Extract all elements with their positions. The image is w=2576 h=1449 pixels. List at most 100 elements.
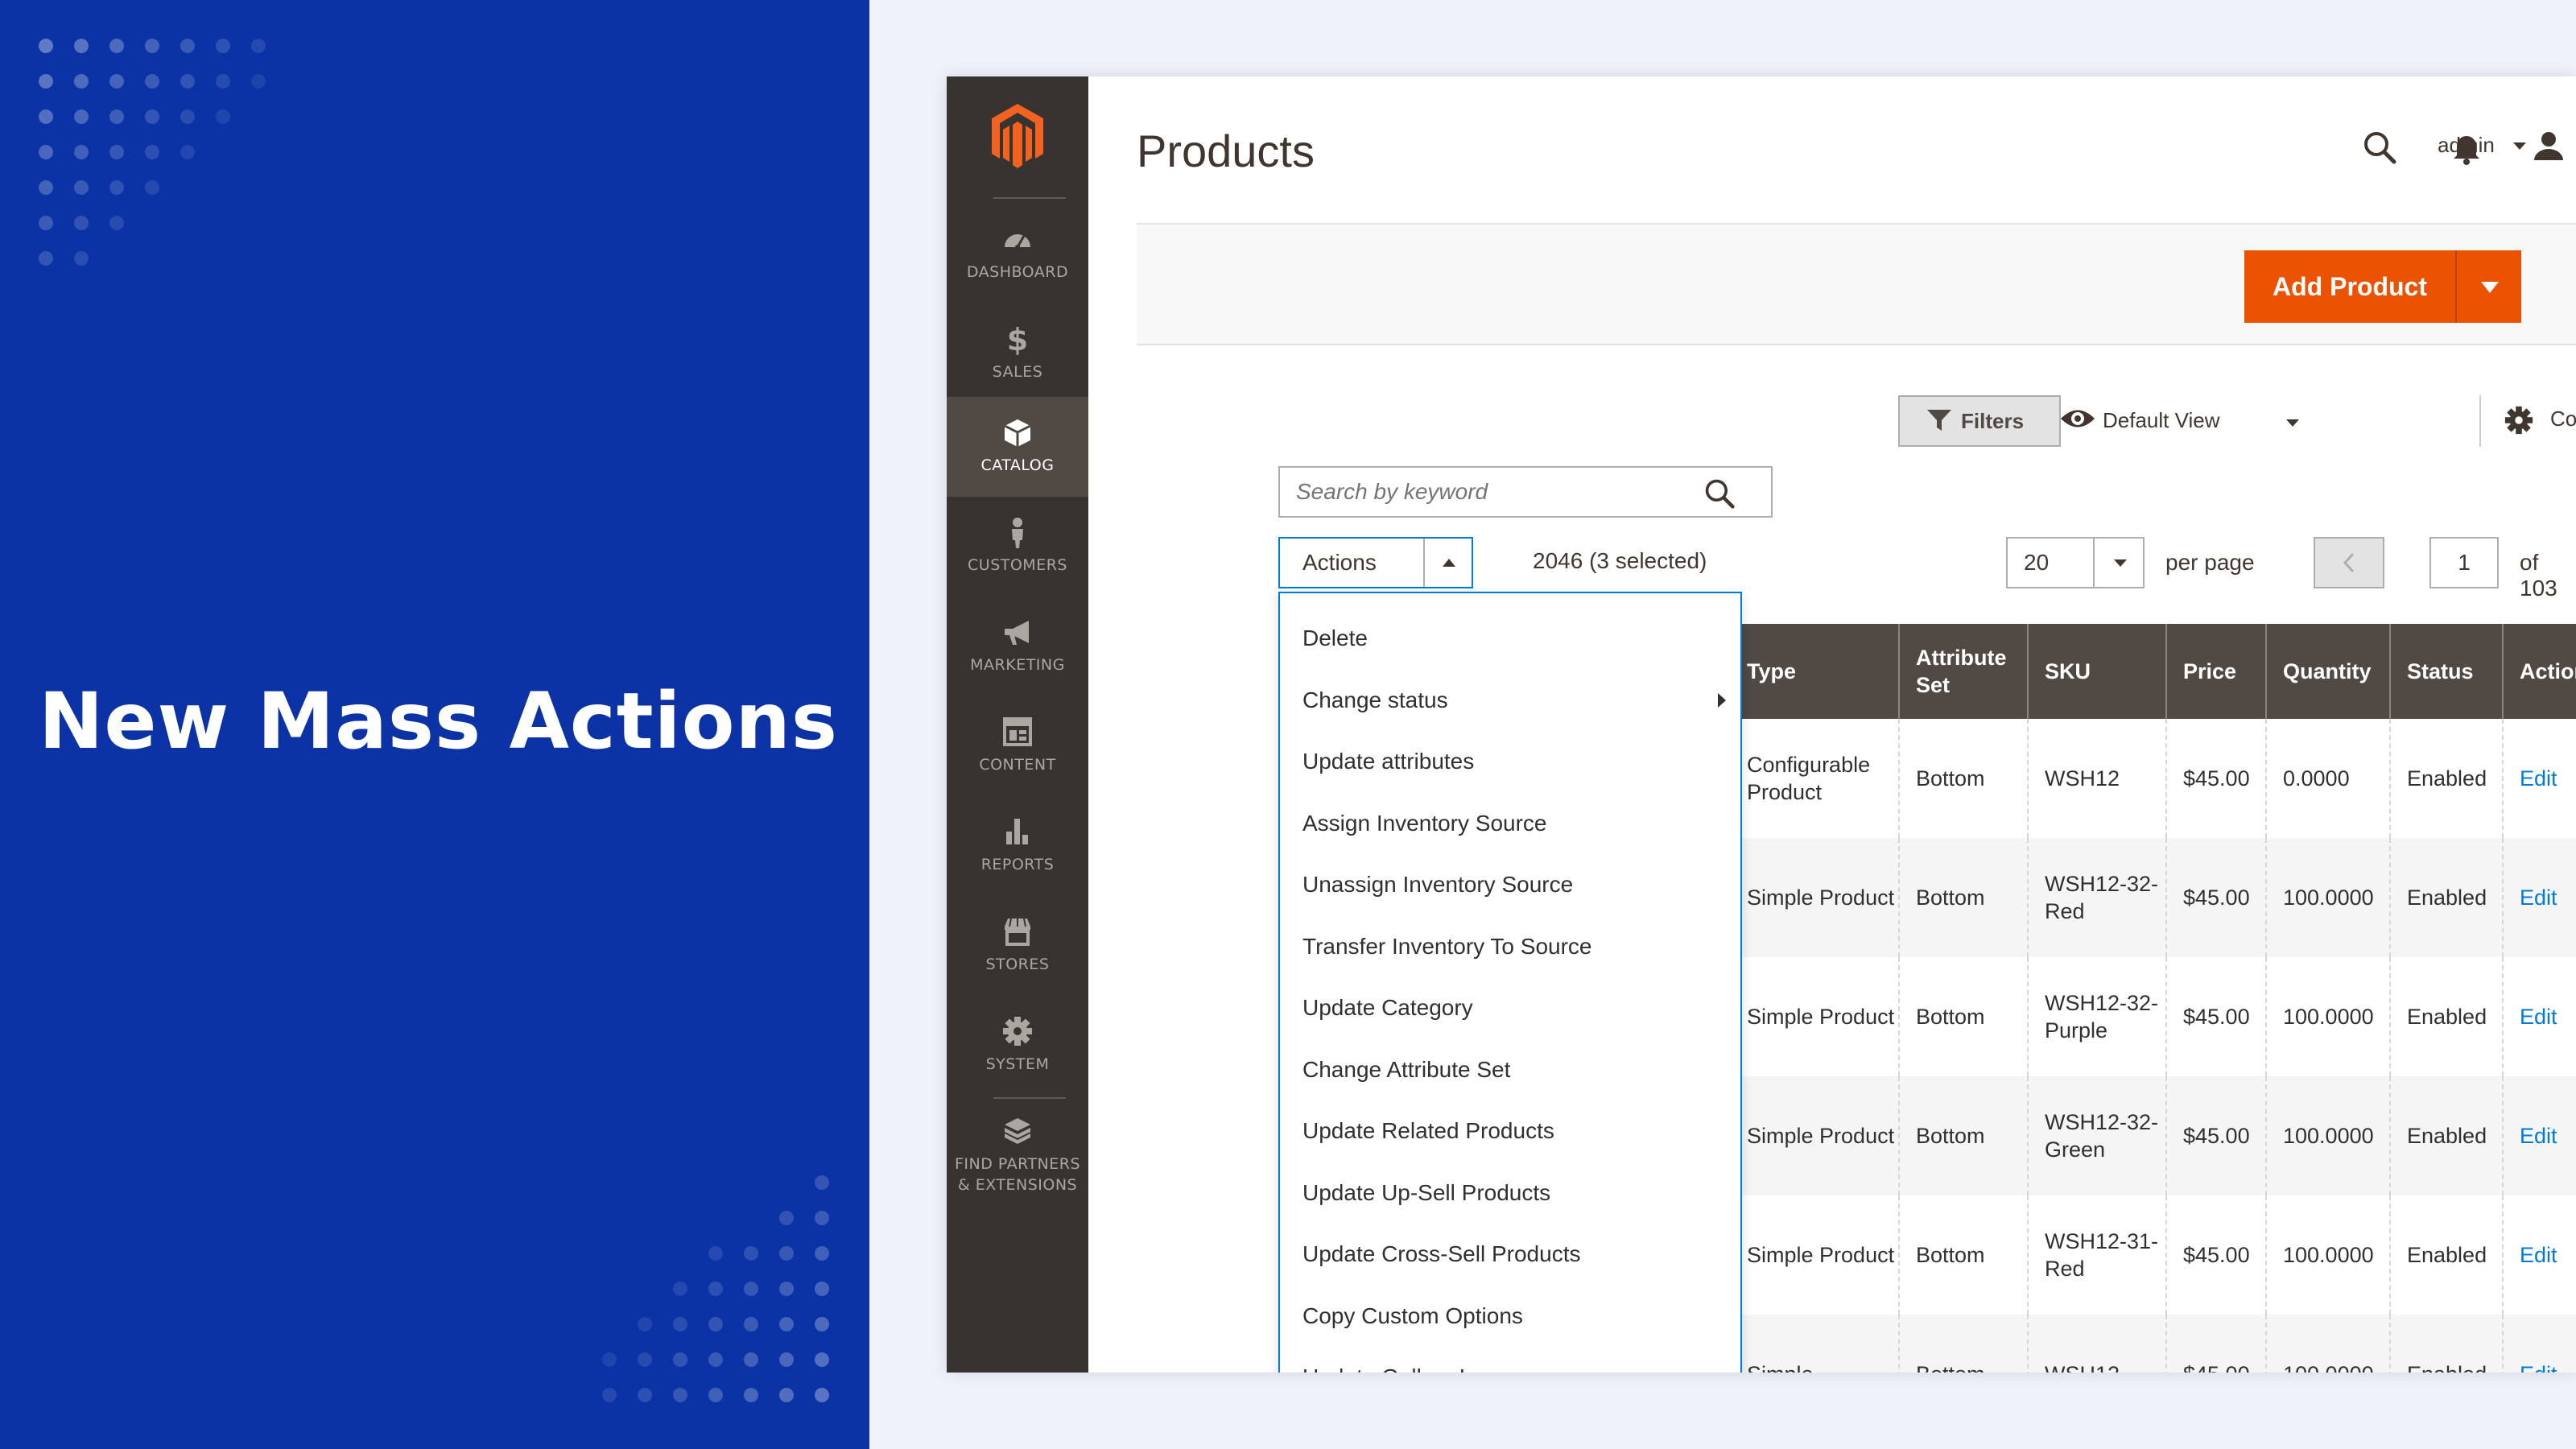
- mass-action-option[interactable]: Transfer Inventory To Source: [1280, 916, 1740, 977]
- decorative-dot: [708, 1388, 723, 1402]
- cell-type: Simple Product: [1729, 1195, 1898, 1315]
- decorative-dot: [39, 109, 53, 124]
- dollar-icon: $: [1001, 323, 1034, 355]
- edit-link[interactable]: Edit: [2502, 1315, 2576, 1373]
- sidebar-item-content[interactable]: CONTENT: [947, 696, 1088, 796]
- column-header-attribute-set[interactable]: Attribute Set: [1898, 624, 2027, 719]
- search-icon[interactable]: [1703, 477, 1736, 510]
- sidebar-item-label: REPORTS: [947, 854, 1088, 875]
- sidebar-item-reports[interactable]: REPORTS: [947, 796, 1088, 896]
- decorative-dot: [815, 1352, 829, 1367]
- mass-action-option[interactable]: Change Attribute Set: [1280, 1039, 1740, 1100]
- column-header-status[interactable]: Status: [2389, 624, 2502, 719]
- filters-button[interactable]: Filters: [1898, 395, 2061, 447]
- decorative-dot: [708, 1282, 723, 1296]
- chevron-down-icon[interactable]: [2513, 141, 2526, 151]
- decorative-dot: [251, 74, 266, 89]
- total-pages: of 103: [2520, 550, 2576, 601]
- decorative-dot: [815, 1211, 829, 1225]
- sidebar-item-label: STORES: [947, 954, 1088, 975]
- decorative-dot: [673, 1282, 687, 1296]
- cell-status: Enabled: [2389, 719, 2502, 838]
- eye-icon[interactable]: [2059, 407, 2096, 431]
- account-name[interactable]: admin: [2438, 133, 2495, 158]
- mass-action-option[interactable]: Update Related Products: [1280, 1100, 1740, 1162]
- column-header-quantity[interactable]: Quantity: [2265, 624, 2389, 719]
- mass-actions-select[interactable]: Actions: [1278, 537, 1473, 588]
- prev-page-button[interactable]: [2314, 537, 2384, 588]
- decorative-dot: [815, 1175, 829, 1190]
- admin-window: DASHBOARD $ SALES CATALOG CUSTOMERS: [947, 76, 2576, 1373]
- page-title: Products: [1137, 125, 1315, 177]
- decorative-dot: [39, 180, 53, 195]
- mass-action-option[interactable]: Update Category: [1280, 977, 1740, 1038]
- edit-link[interactable]: Edit: [2502, 1076, 2576, 1195]
- cell-price: $45.00: [2165, 1315, 2265, 1373]
- cell-type: Simple Product: [1729, 1076, 1898, 1195]
- add-product-button[interactable]: Add Product: [2244, 250, 2455, 323]
- sidebar-item-system[interactable]: SYSTEM: [947, 996, 1088, 1096]
- chevron-left-icon: [2341, 551, 2357, 574]
- cell-quantity: 100.0000: [2265, 957, 2389, 1076]
- sidebar-item-customers[interactable]: CUSTOMERS: [947, 497, 1088, 597]
- decorative-dot: [145, 109, 159, 124]
- per-page-toggle[interactable]: [2093, 539, 2143, 587]
- cell-sku: WSH12-32-Purple: [2027, 957, 2165, 1076]
- sidebar-item-dashboard[interactable]: DASHBOARD: [947, 204, 1088, 303]
- decorative-dot: [109, 74, 124, 89]
- edit-link[interactable]: Edit: [2502, 1195, 2576, 1315]
- mass-action-option[interactable]: Assign Inventory Source: [1280, 793, 1740, 854]
- edit-link[interactable]: Edit: [2502, 957, 2576, 1076]
- cell-price: $45.00: [2165, 1076, 2265, 1195]
- sidebar-item-label: DASHBOARD: [947, 262, 1088, 283]
- gear-icon[interactable]: [2504, 405, 2534, 436]
- column-header-type[interactable]: Type: [1729, 624, 1898, 719]
- column-header-price[interactable]: Price: [2165, 624, 2265, 719]
- sidebar-item-find-partners[interactable]: FIND PARTNERS & EXTENSIONS: [947, 1096, 1088, 1216]
- decorative-dot: [744, 1352, 758, 1367]
- search-input[interactable]: [1280, 468, 1699, 516]
- sidebar-item-sales[interactable]: $ SALES: [947, 303, 1088, 403]
- cell-quantity: 100.0000: [2265, 1076, 2389, 1195]
- view-selector[interactable]: Default View: [2103, 408, 2220, 433]
- decorative-dot: [109, 39, 124, 53]
- edit-link[interactable]: Edit: [2502, 838, 2576, 957]
- mass-action-option[interactable]: Change status: [1280, 670, 1740, 731]
- chevron-up-icon: [1443, 558, 1455, 568]
- columns-selector[interactable]: Columns: [2550, 407, 2576, 431]
- mass-action-option[interactable]: Update Gallery Images: [1280, 1347, 1740, 1373]
- chevron-down-icon[interactable]: [2286, 418, 2299, 427]
- decorative-dot: [39, 39, 53, 53]
- decorative-dot: [779, 1352, 794, 1367]
- sidebar-item-label: MARKETING: [947, 654, 1088, 675]
- sidebar-item-label: SYSTEM: [947, 1054, 1088, 1075]
- per-page-select[interactable]: 20: [2006, 537, 2145, 588]
- decorative-dot: [815, 1317, 829, 1331]
- search-icon[interactable]: [2362, 130, 2397, 165]
- decorative-dot: [744, 1246, 758, 1261]
- mass-actions-toggle[interactable]: [1423, 539, 1472, 587]
- decorative-dot: [180, 39, 195, 53]
- sidebar-item-stores[interactable]: STORES: [947, 896, 1088, 996]
- page-number-input[interactable]: 1: [2429, 537, 2499, 588]
- mass-action-option[interactable]: Update attributes: [1280, 731, 1740, 792]
- cell-attribute-set: Bottom: [1898, 838, 2027, 957]
- mass-action-option[interactable]: Copy Custom Options: [1280, 1286, 1740, 1347]
- magento-logo[interactable]: [985, 101, 1050, 171]
- column-header-sku[interactable]: SKU: [2027, 624, 2165, 719]
- edit-link[interactable]: Edit: [2502, 719, 2576, 838]
- sidebar-item-marketing[interactable]: MARKETING: [947, 597, 1088, 696]
- decorative-dot: [74, 145, 89, 159]
- mass-action-option[interactable]: Unassign Inventory Source: [1280, 854, 1740, 915]
- decorative-dot: [638, 1317, 652, 1331]
- cell-price: $45.00: [2165, 1195, 2265, 1315]
- decorative-dot: [39, 74, 53, 89]
- mass-action-option[interactable]: Update Up-Sell Products: [1280, 1162, 1740, 1224]
- sidebar-item-catalog[interactable]: CATALOG: [947, 397, 1088, 497]
- mass-action-option[interactable]: Update Cross-Sell Products: [1280, 1224, 1740, 1285]
- mass-action-option[interactable]: Delete: [1280, 608, 1740, 669]
- user-icon[interactable]: [2533, 130, 2565, 162]
- add-product-options-button[interactable]: [2455, 250, 2521, 323]
- per-page-label: per page: [2165, 550, 2255, 576]
- cell-sku: WSH12: [2027, 719, 2165, 838]
